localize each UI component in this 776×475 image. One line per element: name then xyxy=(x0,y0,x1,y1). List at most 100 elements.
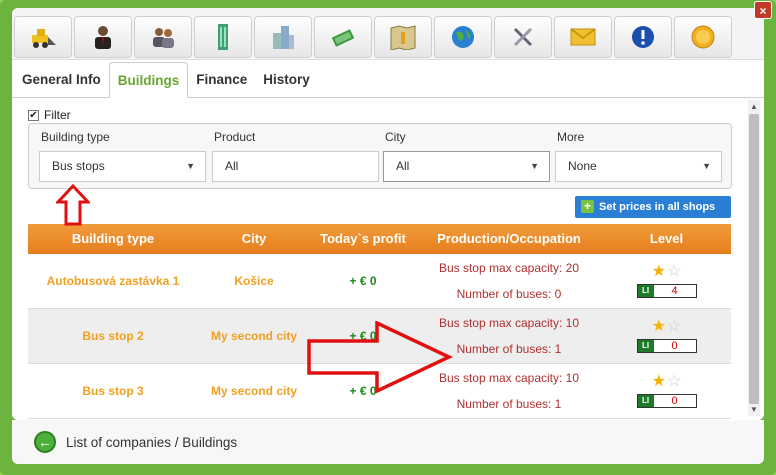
buses-text: Number of buses: 0 xyxy=(456,287,562,301)
building-type-label: Building type xyxy=(41,130,110,144)
product-input[interactable]: All xyxy=(212,151,379,182)
scroll-up-icon[interactable]: ▲ xyxy=(750,102,758,111)
mail-icon[interactable] xyxy=(554,16,612,58)
scroll-thumb[interactable] xyxy=(749,114,759,404)
header-city[interactable]: City xyxy=(198,224,310,254)
star-filled-icon: ★ xyxy=(651,373,666,390)
building-city-link[interactable]: My second city xyxy=(198,364,310,418)
more-value: None xyxy=(568,159,597,173)
chevron-down-icon: ▼ xyxy=(530,161,539,171)
building-name-link[interactable]: Autobusová zastávka 1 xyxy=(28,254,198,308)
filter-toggle[interactable]: ✔ Filter xyxy=(28,108,71,122)
table-row[interactable]: Autobusová zastávka 1 Košice + € 0 Bus s… xyxy=(28,254,731,309)
filter-label: Filter xyxy=(44,108,71,122)
filter-box: Building type Bus stops ▼ Product All Ci… xyxy=(28,123,732,189)
footer-bar: ← List of companies / Buildings xyxy=(12,420,764,464)
level-bar: LI 4 xyxy=(636,284,697,298)
table-row[interactable]: Bus stop 2 My second city + € 0 Bus stop… xyxy=(28,309,731,364)
star-rating: ★ ☆ xyxy=(652,264,682,280)
buildings-icon[interactable] xyxy=(254,16,312,58)
level-value: 0 xyxy=(671,395,678,407)
header-building-type[interactable]: Building type xyxy=(28,224,198,254)
back-arrow-icon[interactable]: ← xyxy=(34,431,56,453)
map-icon[interactable] xyxy=(374,16,432,58)
tab-general-info[interactable]: General Info xyxy=(14,62,109,97)
city-label: City xyxy=(385,130,406,144)
scroll-down-icon[interactable]: ▼ xyxy=(750,405,758,414)
tab-history[interactable]: History xyxy=(255,62,318,97)
production-cell: Bus stop max capacity: 10 Number of buse… xyxy=(416,309,602,363)
building-type-value: Bus stops xyxy=(52,159,105,173)
building-type-select[interactable]: Bus stops ▼ xyxy=(39,151,206,182)
star-rating: ★ ☆ xyxy=(652,319,682,335)
buildings-table: Building type City Today`s profit Produc… xyxy=(28,224,731,419)
vertical-scrollbar[interactable]: ▲ ▼ xyxy=(748,100,760,416)
tab-finance[interactable]: Finance xyxy=(188,62,255,97)
plus-icon: + xyxy=(581,200,594,213)
level-cell: ★ ☆ LI 4 xyxy=(602,254,731,308)
product-label: Product xyxy=(214,130,256,144)
level-value: 4 xyxy=(671,285,678,297)
tools-icon[interactable] xyxy=(494,16,552,58)
table-row[interactable]: Bus stop 3 My second city + € 0 Bus stop… xyxy=(28,364,731,419)
level-bar: LI 0 xyxy=(636,394,697,408)
capacity-text: Bus stop max capacity: 10 xyxy=(438,316,580,330)
star-filled-icon: ★ xyxy=(651,263,666,280)
globe-icon[interactable] xyxy=(434,16,492,58)
info-icon[interactable] xyxy=(614,16,672,58)
skyscraper-icon[interactable] xyxy=(194,16,252,58)
annotation-up-arrow xyxy=(56,184,90,226)
level-bar: LI 0 xyxy=(636,339,697,353)
employees-icon[interactable] xyxy=(134,16,192,58)
buses-text: Number of buses: 1 xyxy=(456,342,562,356)
coin-icon[interactable] xyxy=(674,16,732,58)
tab-bar: General Info Buildings Finance History xyxy=(12,62,764,98)
star-empty-icon: ☆ xyxy=(667,373,682,390)
level-cell: ★ ☆ LI 0 xyxy=(602,309,731,363)
building-name-link[interactable]: Bus stop 2 xyxy=(28,309,198,363)
tab-buildings[interactable]: Buildings xyxy=(108,62,189,98)
level-tag: LI xyxy=(637,395,654,407)
city-select[interactable]: All ▼ xyxy=(383,151,550,182)
building-name-link[interactable]: Bus stop 3 xyxy=(28,364,198,418)
star-rating: ★ ☆ xyxy=(652,374,682,390)
set-prices-label: Set prices in all shops xyxy=(599,201,716,213)
header-production[interactable]: Production/Occupation xyxy=(416,224,602,254)
building-profit: + € 0 xyxy=(349,274,377,288)
breadcrumb[interactable]: List of companies / Buildings xyxy=(66,435,237,450)
star-empty-icon: ☆ xyxy=(667,263,682,280)
chevron-down-icon: ▼ xyxy=(186,161,195,171)
more-label: More xyxy=(557,130,585,144)
level-value: 0 xyxy=(671,340,678,352)
product-value: All xyxy=(225,159,239,173)
capacity-text: Bus stop max capacity: 20 xyxy=(438,261,580,275)
bulldozer-icon[interactable] xyxy=(14,16,72,58)
more-select[interactable]: None ▼ xyxy=(555,151,722,182)
level-tag: LI xyxy=(637,340,654,352)
buses-text: Number of buses: 1 xyxy=(456,397,562,411)
header-profit[interactable]: Today`s profit xyxy=(310,224,416,254)
icon-toolbar xyxy=(12,8,764,60)
building-city-link[interactable]: Košice xyxy=(198,254,310,308)
businessman-icon[interactable] xyxy=(74,16,132,58)
buildings-content: ✔ Filter Building type Bus stops ▼ Produ… xyxy=(12,100,746,420)
city-value: All xyxy=(396,159,410,173)
production-cell: Bus stop max capacity: 10 Number of buse… xyxy=(416,364,602,418)
production-cell: Bus stop max capacity: 20 Number of buse… xyxy=(416,254,602,308)
level-cell: ★ ☆ LI 0 xyxy=(602,364,731,418)
header-level[interactable]: Level xyxy=(602,224,731,254)
building-profit: + € 0 xyxy=(349,384,377,398)
filter-checkbox[interactable]: ✔ xyxy=(28,109,39,121)
game-window: General Info Buildings Finance History ✔… xyxy=(0,0,776,475)
star-filled-icon: ★ xyxy=(651,318,666,335)
level-tag: LI xyxy=(637,285,654,297)
table-header: Building type City Today`s profit Produc… xyxy=(28,224,731,254)
buildings-panel: General Info Buildings Finance History ✔… xyxy=(12,8,764,420)
building-profit: + € 0 xyxy=(349,329,377,343)
close-button[interactable]: × xyxy=(754,1,772,19)
building-city-link[interactable]: My second city xyxy=(198,309,310,363)
star-empty-icon: ☆ xyxy=(667,318,682,335)
chevron-down-icon: ▼ xyxy=(702,161,711,171)
money-icon[interactable] xyxy=(314,16,372,58)
set-prices-button[interactable]: + Set prices in all shops xyxy=(575,196,731,218)
